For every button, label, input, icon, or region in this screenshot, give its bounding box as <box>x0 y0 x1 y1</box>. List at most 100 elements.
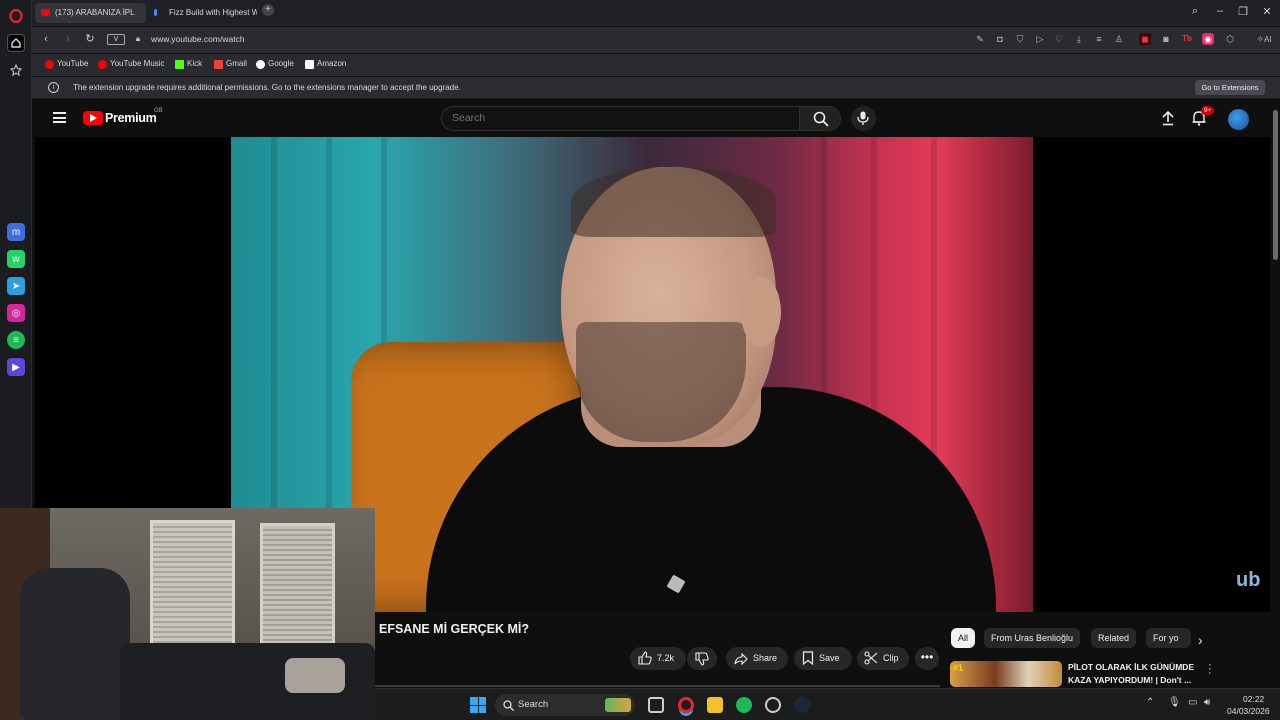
like-button[interactable]: 7.2k <box>630 647 686 670</box>
scrollbar-thumb[interactable] <box>1273 110 1278 260</box>
player-icon[interactable]: ▶ <box>7 358 25 376</box>
extension-dark-icon[interactable]: ◙ <box>1160 33 1172 45</box>
bookmark-icon <box>802 651 814 665</box>
tray-network-icon[interactable]: ▭ <box>1188 697 1197 708</box>
new-tab-button[interactable]: + <box>262 4 274 16</box>
aria-ai-icon[interactable]: ✧AI <box>1250 33 1278 45</box>
upload-button[interactable] <box>1160 110 1176 126</box>
forward-button[interactable]: › <box>61 32 75 46</box>
recommended-menu-icon[interactable]: · · · <box>1208 660 1212 679</box>
whatsapp-icon[interactable]: w <box>7 250 25 268</box>
file-explorer-icon[interactable] <box>707 697 723 713</box>
home-icon[interactable] <box>7 34 25 52</box>
telegram-icon[interactable]: ➤ <box>7 277 25 295</box>
chip-related[interactable]: Related <box>1091 628 1137 648</box>
save-label: Save <box>819 653 840 663</box>
channel-watermark[interactable]: ub <box>1236 569 1260 592</box>
spotify-icon[interactable]: ≡ <box>7 331 25 349</box>
minimize-button[interactable]: – <box>1212 5 1228 17</box>
bookmark-google[interactable]: Google <box>256 59 294 69</box>
bookmark-youtube-music[interactable]: YouTube Music <box>98 59 165 69</box>
reload-button[interactable]: ↻ <box>83 32 97 46</box>
instagram-icon[interactable]: ◎ <box>7 304 25 322</box>
webcam-overlay <box>0 508 375 720</box>
notification-text: The extension upgrade requires additiona… <box>73 83 461 92</box>
lock-icon[interactable]: 🔒︎ <box>131 32 145 46</box>
app-taskbar-icon[interactable] <box>765 697 781 713</box>
ai-label: AI <box>1263 35 1272 44</box>
chip-for-you[interactable]: For yo <box>1146 628 1191 648</box>
bookmark-gmail[interactable]: Gmail <box>214 59 247 69</box>
steam-taskbar-icon[interactable] <box>794 697 810 713</box>
tray-chevron-icon[interactable]: ⌃ <box>1146 697 1154 708</box>
voice-search-button[interactable] <box>851 106 876 131</box>
more-actions-button[interactable]: ••• <box>915 647 939 670</box>
url-field[interactable]: www.youtube.com/watch <box>151 34 245 44</box>
camera-icon[interactable]: ◘ <box>994 33 1006 45</box>
search-input[interactable] <box>452 112 782 124</box>
extension-to-icon[interactable]: Tb <box>1181 33 1193 45</box>
download-icon[interactable]: ⤓ <box>1073 33 1085 45</box>
adblock-shield-icon[interactable]: ⛉ <box>1014 33 1026 45</box>
extensions-cube-icon[interactable]: ⬡ <box>1224 33 1236 45</box>
restore-button[interactable]: ❐ <box>1235 5 1251 18</box>
save-button[interactable]: Save <box>794 647 852 670</box>
bookmark-amazon[interactable]: Amazon <box>305 59 346 69</box>
recommended-video[interactable]: #1 PİLOT OLARAK İLK GÜNÜMDE KAZA YAPIYOR… <box>950 659 1225 687</box>
vpn-badge[interactable]: V <box>107 34 125 45</box>
extension-red-icon[interactable]: ◼ <box>1139 33 1151 45</box>
share-button[interactable]: Share <box>726 647 788 670</box>
search-button[interactable] <box>799 106 841 131</box>
bookmark-youtube[interactable]: YouTube <box>45 59 88 69</box>
notifications-button[interactable]: 9+ <box>1191 106 1215 128</box>
avatar[interactable] <box>1228 109 1249 130</box>
task-view-icon[interactable] <box>648 697 664 713</box>
bookmark-kick[interactable]: Kick <box>175 59 202 69</box>
microphone-icon <box>857 111 869 125</box>
tab-youtube[interactable]: (173) ARABANIZA İPL <box>35 3 146 23</box>
back-button[interactable]: ‹ <box>39 32 53 46</box>
profile-icon[interactable]: ♙ <box>1113 33 1125 45</box>
heart-icon[interactable]: ♡ <box>1053 33 1065 45</box>
extension-pink-icon[interactable]: ◉ <box>1202 33 1214 45</box>
go-to-extensions-button[interactable]: Go to Extensions <box>1195 80 1265 95</box>
search-highlight-icon <box>605 698 631 712</box>
edit-icon[interactable]: ✎ <box>974 33 986 45</box>
start-windows-icon[interactable] <box>470 697 486 713</box>
tab-fizz[interactable]: Fizz Build with Highest W <box>149 3 257 23</box>
scissors-icon <box>864 651 878 665</box>
progress-track[interactable] <box>375 685 940 687</box>
spotify-taskbar-icon[interactable] <box>736 697 752 713</box>
person-hair-shape <box>571 167 776 237</box>
recommended-title-line-2: KAZA YAPIYORDUM! | Don't ... <box>1068 675 1192 685</box>
rank-badge: #1 <box>953 663 964 673</box>
close-window-button[interactable]: ✕ <box>1259 5 1275 18</box>
clock-time[interactable]: 02:22 <box>1243 694 1264 704</box>
menu-lines-icon[interactable]: ≡ <box>1093 33 1105 45</box>
chips-next-chevron-icon[interactable]: › <box>1198 632 1203 648</box>
clip-button[interactable]: Clip <box>857 647 909 670</box>
tray-mic-icon[interactable]: 🎙︎ <box>1168 697 1181 708</box>
youtube-favicon-icon <box>41 9 50 16</box>
page-scrollbar[interactable] <box>1271 100 1280 688</box>
tab-search-icon[interactable]: ⌕ <box>1187 5 1203 18</box>
youtube-premium-logo[interactable]: Premium GB <box>83 108 183 127</box>
opera-logo-icon[interactable] <box>7 7 25 25</box>
logo-region: GB <box>154 108 163 114</box>
clock-date[interactable]: 04/03/2026 <box>1227 706 1270 716</box>
tray-volume-icon[interactable]: 🔊︎ <box>1204 697 1210 708</box>
share-icon <box>734 653 748 665</box>
pinboard-star-icon[interactable] <box>7 61 25 79</box>
taskbar-search[interactable]: Search <box>495 694 635 716</box>
chip-all[interactable]: All <box>951 628 976 648</box>
hamburger-menu-icon[interactable] <box>53 112 66 123</box>
play-icon[interactable]: ▷ <box>1034 33 1046 45</box>
dislike-button[interactable] <box>687 647 717 670</box>
taskbar-search-label: Search <box>518 699 549 710</box>
youtube-play-icon <box>83 111 103 125</box>
chip-from-channel[interactable]: From Uras Benlioğlu <box>984 628 1081 648</box>
messenger-icon[interactable]: m <box>7 223 25 241</box>
kick-icon <box>175 60 184 69</box>
opera-taskbar-icon[interactable] <box>678 697 694 713</box>
like-count: 7.2k <box>657 653 675 663</box>
